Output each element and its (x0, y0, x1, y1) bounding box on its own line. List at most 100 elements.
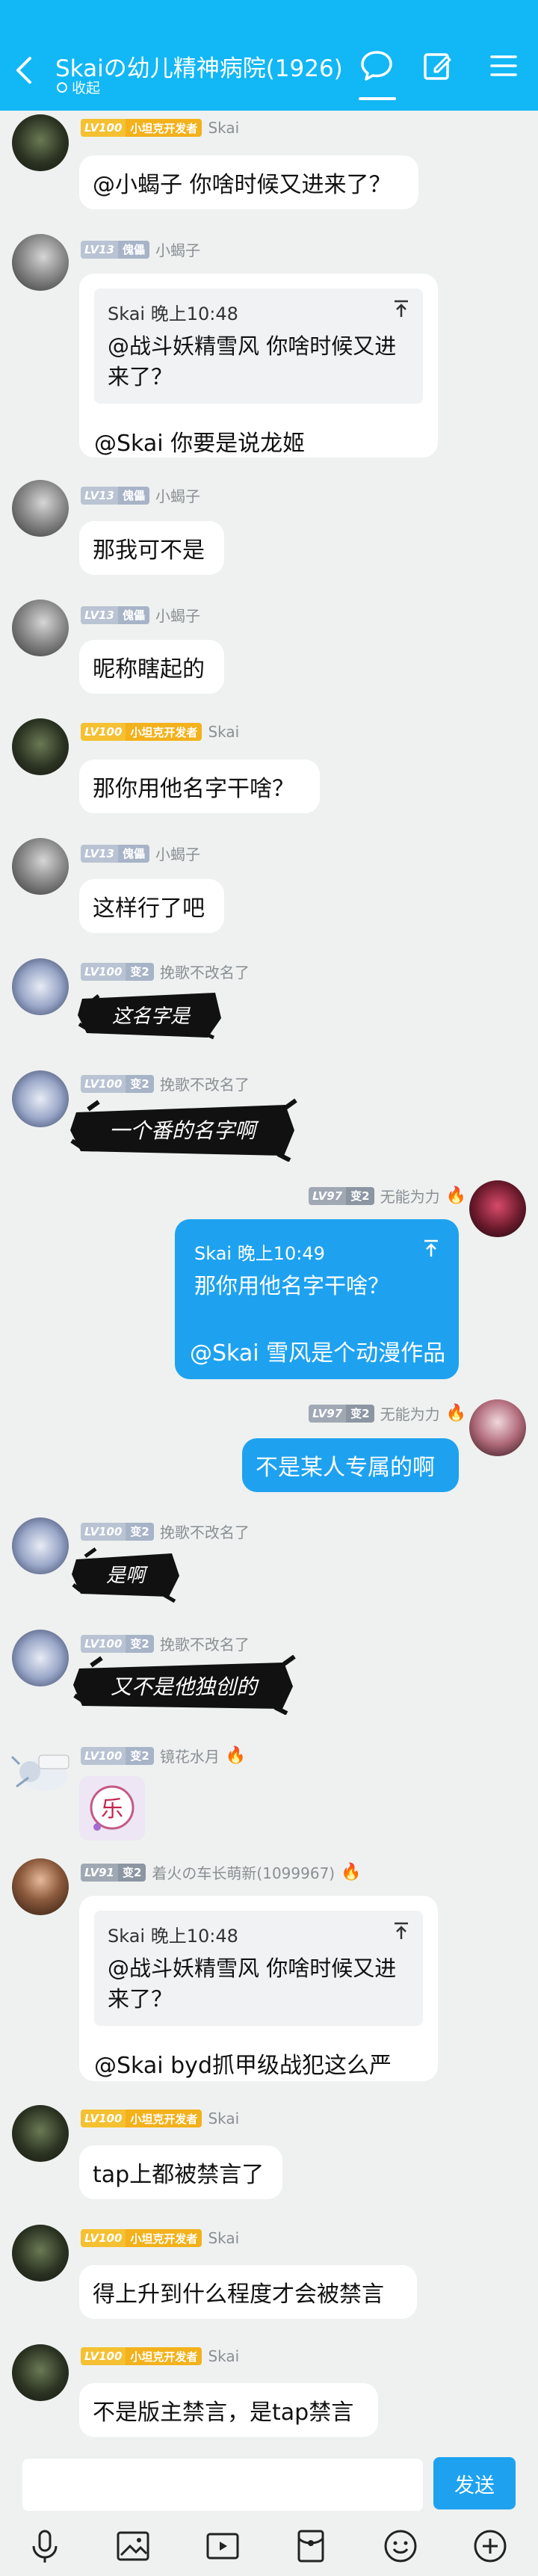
level-badge: LV100 小坦克开发者 (81, 119, 202, 137)
message-bubble[interactable]: 那我可不是 (79, 521, 224, 575)
sender-name: 小蝎子 (155, 241, 200, 259)
level-badge: LV100 小坦克开发者 (81, 723, 202, 741)
message-input[interactable] (22, 2459, 423, 2511)
plus-icon[interactable] (469, 2525, 511, 2567)
fire-icon: 🔥 (445, 1186, 466, 1205)
reply-text: @Skai 雪风是个动漫作品 (190, 1340, 446, 1366)
quote-text: 那你用他名字干啥？ (194, 1273, 390, 1298)
jump-to-quote-icon[interactable] (423, 1239, 439, 1258)
level-badge: LV97 变2 (309, 1186, 374, 1205)
level-badge: LV100 变2 (81, 1634, 154, 1653)
sender-name: 挽歌不改名了 (159, 964, 250, 982)
avatar[interactable] (9, 1742, 73, 1799)
message-bubble[interactable]: 昵称瞎起的 (79, 640, 224, 694)
avatar[interactable] (12, 718, 69, 775)
message-bubble[interactable]: 这样行了吧 (79, 879, 224, 933)
fire-icon: 🔥 (341, 1863, 362, 1882)
reply-text: @Skai 你要是说龙姬 (94, 431, 306, 457)
fire-icon: 🔥 (445, 1404, 466, 1423)
sender-name: Skai (208, 2110, 240, 2127)
message-bubble[interactable]: 不是某人专属的啊 (242, 1438, 459, 1492)
avatar[interactable] (12, 2105, 69, 2162)
quote-header: Skai 晚上10:48 (108, 303, 238, 324)
quoted-message[interactable]: Skai 晚上10:49 那你用他名字干啥？ (190, 1234, 444, 1307)
edit-note-icon[interactable] (418, 46, 457, 85)
sticker[interactable]: 乐 (78, 1775, 146, 1842)
message-bubble[interactable]: 那你用他名字干啥？ (79, 759, 320, 813)
sender-name: 无能为力 (380, 1188, 440, 1206)
jump-to-quote-icon[interactable] (393, 299, 409, 318)
sender-name: Skai (208, 2347, 240, 2365)
avatar[interactable] (12, 1858, 69, 1915)
svg-text:是啊: 是啊 (106, 1565, 149, 1587)
sender-name: Skai (208, 119, 240, 137)
svg-text:这名字是: 这名字是 (112, 1005, 191, 1028)
sender-name: 无能为力 (380, 1405, 440, 1423)
avatar[interactable] (12, 1070, 69, 1127)
input-bar: 发送 (0, 2448, 538, 2576)
sender-name: 镜花水月 (159, 1748, 220, 1766)
quote-header: Skai 晚上10:49 (194, 1243, 325, 1264)
message-bubble[interactable]: tap上都被禁言了 (79, 2145, 282, 2199)
sticker[interactable]: 又不是他独创的 (72, 1654, 296, 1716)
avatar[interactable] (469, 1180, 526, 1237)
chat-header: Skaiの幼儿精神病院(1926) 收起 (0, 0, 538, 111)
avatar[interactable] (12, 234, 69, 291)
sender-name: 挽歌不改名了 (159, 1076, 250, 1094)
image-icon[interactable] (112, 2525, 154, 2567)
sender-name: 挽歌不改名了 (159, 1523, 250, 1541)
avatar[interactable] (12, 2344, 69, 2401)
sender-name: 小蝎子 (155, 487, 200, 505)
clock-icon (57, 81, 67, 93)
quote-header: Skai 晚上10:48 (108, 1926, 238, 1947)
video-icon[interactable] (202, 2525, 244, 2567)
level-badge: LV100 小坦克开发者 (81, 2347, 202, 2365)
chat-bubble-icon[interactable] (357, 46, 396, 85)
red-packet-icon[interactable] (290, 2525, 332, 2567)
sticker[interactable]: 一个番的名字啊 (69, 1097, 297, 1162)
sticker[interactable]: 这名字是 (76, 988, 226, 1042)
avatar[interactable] (469, 1399, 526, 1456)
avatar[interactable] (12, 2225, 69, 2281)
quote-text: @战斗妖精雪风 你啥时候又进 来了？ (108, 333, 397, 389)
level-badge: LV13 傀儡 (81, 844, 149, 863)
message-bubble[interactable]: 得上升到什么程度才会被禁言 (79, 2265, 417, 2319)
quote-text: @战斗妖精雪风 你啥时候又进 来了？ (108, 1956, 397, 2012)
sender-name: 挽歌不改名了 (159, 1636, 250, 1654)
level-badge: LV100 变2 (81, 1522, 154, 1541)
active-tab-indicator (359, 97, 396, 100)
sticker[interactable]: 是啊 (70, 1546, 182, 1603)
level-badge: LV100 小坦克开发者 (81, 2110, 202, 2127)
svg-text:一个番的名字啊: 一个番的名字啊 (109, 1118, 259, 1143)
level-badge: LV13 傀儡 (81, 240, 149, 259)
level-badge: LV100 变2 (81, 1074, 154, 1093)
send-button[interactable]: 发送 (433, 2457, 516, 2509)
avatar[interactable] (12, 838, 69, 895)
avatar[interactable] (12, 1630, 69, 1686)
emoji-icon[interactable] (380, 2525, 421, 2567)
avatar[interactable] (12, 1517, 69, 1574)
fire-icon: 🔥 (225, 1746, 247, 1765)
level-badge: LV91 变2 (81, 1863, 146, 1882)
avatar[interactable] (12, 480, 69, 537)
avatar[interactable] (12, 600, 69, 656)
svg-text:乐: 乐 (101, 1796, 123, 1822)
message-bubble[interactable]: @小蝎子 你啥时候又进来了？ (79, 155, 418, 209)
quote-message-bubble[interactable]: Skai 晚上10:48 @战斗妖精雪风 你啥时候又进 来了？ @Skai byd… (79, 1896, 438, 2081)
avatar[interactable] (12, 958, 69, 1015)
sender-name: Skai (208, 2229, 240, 2247)
jump-to-quote-icon[interactable] (393, 1921, 409, 1941)
menu-icon[interactable] (484, 46, 523, 85)
level-badge: LV97 变2 (309, 1404, 374, 1423)
svg-text:又不是他独创的: 又不是他独创的 (111, 1674, 259, 1699)
collapse-toggle[interactable]: 收起 (57, 77, 100, 97)
quote-message-bubble[interactable]: Skai 晚上10:48 @战斗妖精雪风 你啥时候又进 来了？ @Skai 你要是… (79, 274, 438, 457)
avatar[interactable] (12, 114, 69, 171)
sender-name: 着火の车长萌新(1099967) (152, 1864, 336, 1882)
message-bubble[interactable]: 不是版主禁言，是tap禁言 (79, 2383, 378, 2437)
mic-icon[interactable] (24, 2525, 66, 2567)
quote-message-bubble[interactable]: Skai 晚上10:49 那你用他名字干啥？ @Skai 雪风是个动漫作品 (175, 1219, 459, 1379)
quoted-message[interactable]: Skai 晚上10:48 @战斗妖精雪风 你啥时候又进 来了？ (94, 289, 423, 404)
back-arrow-icon[interactable] (13, 55, 34, 85)
quoted-message[interactable]: Skai 晚上10:48 @战斗妖精雪风 你啥时候又进 来了？ (94, 1911, 423, 2027)
